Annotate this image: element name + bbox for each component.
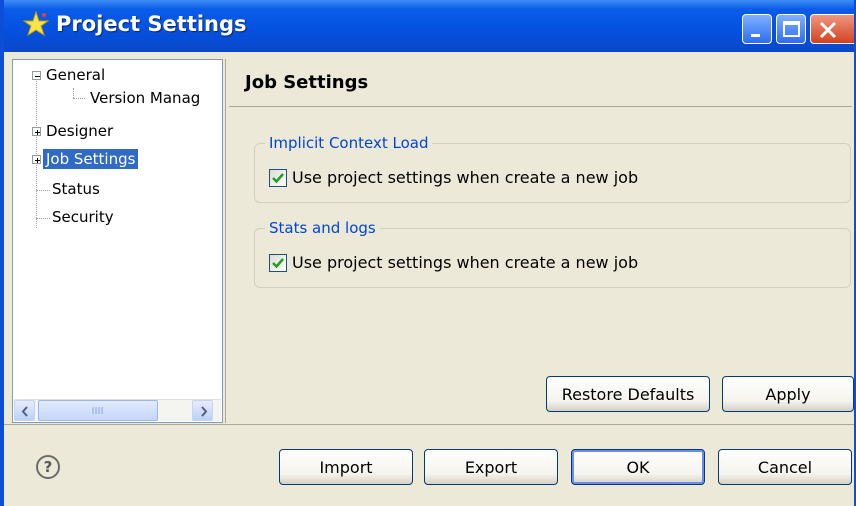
close-icon bbox=[819, 21, 837, 39]
tree-item-label: Status bbox=[52, 180, 100, 198]
panel-divider[interactable] bbox=[225, 59, 226, 423]
scroll-right-button[interactable] bbox=[192, 400, 213, 421]
title-bar[interactable]: Project Settings bbox=[4, 0, 854, 52]
tree-item-status[interactable]: Status bbox=[49, 178, 103, 200]
minimize-icon bbox=[751, 34, 760, 37]
tree-item-label: Security bbox=[52, 208, 114, 226]
tree-guide-line bbox=[36, 190, 50, 191]
tree-guide-line bbox=[36, 218, 50, 219]
minimize-button[interactable] bbox=[742, 14, 772, 44]
import-button[interactable]: Import bbox=[279, 449, 413, 485]
tree-item-label: Designer bbox=[46, 122, 114, 140]
page-header: Job Settings bbox=[229, 59, 852, 107]
footer-divider bbox=[4, 424, 854, 425]
expand-icon[interactable] bbox=[32, 127, 41, 136]
group-legend: Implicit Context Load bbox=[265, 133, 433, 153]
restore-defaults-button[interactable]: Restore Defaults bbox=[546, 376, 710, 412]
group-legend: Stats and logs bbox=[265, 218, 380, 238]
tree-guide-line bbox=[36, 76, 37, 228]
checkmark-icon bbox=[272, 258, 284, 269]
tree-item-label: Version Manag bbox=[90, 89, 201, 107]
grip-icon bbox=[92, 407, 103, 414]
arrow-right-icon bbox=[201, 406, 208, 417]
maximize-icon bbox=[783, 21, 800, 37]
stats-logs-checkbox-row[interactable]: Use project settings when create a new j… bbox=[269, 252, 829, 274]
tree-item-label: Job Settings bbox=[43, 149, 139, 169]
window-title: Project Settings bbox=[56, 12, 247, 36]
apply-button[interactable]: Apply bbox=[722, 376, 854, 412]
implicit-context-load-group: Implicit Context Load Use project settin… bbox=[254, 133, 851, 203]
stats-logs-checkbox[interactable] bbox=[269, 254, 287, 272]
help-icon[interactable]: ? bbox=[36, 455, 60, 479]
stats-and-logs-group: Stats and logs Use project settings when… bbox=[254, 218, 851, 288]
tree-item-version-management[interactable]: Version Manag bbox=[87, 87, 203, 109]
tree-item-designer[interactable]: Designer bbox=[43, 120, 116, 142]
checkbox-label: Use project settings when create a new j… bbox=[292, 168, 639, 187]
tree-item-general[interactable]: General bbox=[43, 64, 108, 86]
collapse-icon[interactable] bbox=[32, 71, 41, 80]
close-button[interactable] bbox=[810, 14, 854, 44]
ok-button[interactable]: OK bbox=[571, 449, 705, 485]
page-title: Job Settings bbox=[245, 72, 369, 93]
tree-guide-line bbox=[73, 98, 85, 99]
settings-tree[interactable]: General Version Manag Designer Job Setti… bbox=[12, 59, 223, 423]
checkmark-icon bbox=[272, 173, 284, 184]
maximize-button[interactable] bbox=[776, 14, 806, 44]
scroll-left-button[interactable] bbox=[14, 400, 35, 421]
export-button[interactable]: Export bbox=[424, 449, 558, 485]
star-icon bbox=[22, 10, 50, 37]
implicit-context-checkbox-row[interactable]: Use project settings when create a new j… bbox=[269, 167, 829, 189]
checkbox-label: Use project settings when create a new j… bbox=[292, 253, 639, 272]
tree-item-job-settings[interactable]: Job Settings bbox=[43, 148, 139, 170]
scroll-thumb[interactable] bbox=[38, 400, 158, 421]
tree-guide-line bbox=[73, 88, 74, 98]
tree-item-label: General bbox=[46, 66, 106, 84]
arrow-left-icon bbox=[21, 406, 28, 417]
project-settings-dialog: Project Settings General Version Manag D… bbox=[0, 0, 856, 506]
expand-icon[interactable] bbox=[32, 155, 41, 164]
implicit-context-checkbox[interactable] bbox=[269, 169, 287, 187]
horizontal-scrollbar[interactable] bbox=[14, 399, 221, 421]
cancel-button[interactable]: Cancel bbox=[718, 449, 852, 485]
tree-item-security[interactable]: Security bbox=[49, 206, 117, 228]
